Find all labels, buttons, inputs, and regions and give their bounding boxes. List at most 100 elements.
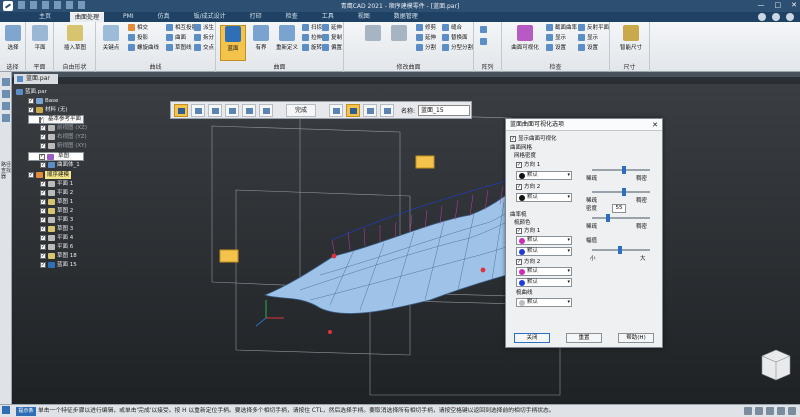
tree-node-ordered[interactable]: 顺序建模	[28, 171, 72, 179]
visibility-checkbox[interactable]	[39, 116, 45, 123]
dialog-close-icon[interactable]: ✕	[652, 119, 658, 131]
guide-step-button[interactable]	[208, 103, 222, 117]
cancel-step-button[interactable]	[380, 103, 395, 117]
tree-node-surface-body[interactable]: 曲面体_1	[40, 161, 80, 169]
density-input[interactable]: 55	[612, 204, 626, 213]
tree-node-plane3[interactable]: 平面 3	[40, 216, 73, 224]
tangency-step-button[interactable]	[242, 103, 256, 117]
slider-knob[interactable]	[606, 214, 610, 222]
visibility-checkbox[interactable]	[40, 252, 46, 260]
dropdown-arrow-icon: ▾	[567, 299, 570, 305]
tree-node-right-plane[interactable]: 右视图 (YZ)	[40, 133, 87, 141]
visibility-checkbox[interactable]	[40, 180, 46, 188]
select-step-button[interactable]	[174, 103, 188, 117]
visibility-checkbox[interactable]	[40, 216, 46, 224]
mesh-dir1-color-select[interactable]: 默认 ▾	[516, 171, 572, 180]
cross-section-step-button[interactable]	[191, 103, 205, 117]
plane-small-icon	[48, 217, 55, 223]
visibility-checkbox[interactable]	[40, 124, 46, 132]
visibility-checkbox[interactable]	[40, 161, 46, 169]
bluesurf-small-icon	[48, 262, 55, 268]
comb-dir2-color2-select[interactable]: 默认 ▾	[516, 278, 572, 287]
dropdown-arrow-icon: ▾	[567, 268, 570, 274]
show-visualization-checkbox[interactable]: 显示曲面可视化	[510, 135, 557, 143]
mesh-dir1-checkbox[interactable]: 方向 1	[516, 161, 540, 169]
fit-icon[interactable]	[755, 407, 763, 415]
comb-dir1-checkbox[interactable]: 方向 1	[516, 227, 540, 235]
visibility-checkbox[interactable]	[28, 171, 34, 179]
tree-node-plane6[interactable]: 平面 6	[40, 243, 73, 251]
tree-node-sketch3[interactable]: 草图 3	[40, 225, 73, 233]
tree-node-sketches[interactable]: 草图	[28, 152, 84, 161]
tree-node-root[interactable]: 蓝面.par	[16, 88, 47, 96]
dropdown-arrow-icon: ▾	[567, 194, 570, 200]
tree-node-ref-planes[interactable]: 基本参考平面	[28, 115, 84, 124]
plane-small-icon	[48, 235, 55, 241]
dialog-title-bar: 蓝面曲面可视化选项 ✕	[506, 119, 662, 131]
visibility-checkbox[interactable]	[40, 189, 46, 197]
help-button[interactable]: 帮助(H)	[618, 333, 654, 343]
visibility-checkbox[interactable]	[40, 225, 46, 233]
visibility-checkbox[interactable]	[40, 133, 46, 141]
tree-node-plane1[interactable]: 平面 1	[40, 180, 73, 188]
comb-dir1-color1-select[interactable]: 默认 ▾	[516, 236, 572, 245]
options-icon	[333, 107, 341, 114]
pan-icon[interactable]	[766, 407, 774, 415]
large-label: 大	[640, 256, 646, 262]
density-slider[interactable]	[592, 214, 650, 222]
tree-node-plane4[interactable]: 平面 4	[40, 234, 73, 242]
handle-marker-top[interactable]	[415, 155, 435, 169]
visualize-icon	[350, 107, 358, 114]
visibility-checkbox[interactable]	[40, 142, 46, 150]
tree-node-bluesurf15[interactable]: 蓝面 15	[40, 261, 77, 269]
rotate-icon[interactable]	[777, 407, 785, 415]
comb-dir2-color1-select[interactable]: 默认 ▾	[516, 267, 572, 276]
mesh-dir2-slider[interactable]	[592, 188, 650, 196]
tree-node-base[interactable]: Base	[28, 97, 58, 105]
reset-button[interactable]: 重置	[566, 333, 602, 343]
visibility-checkbox[interactable]	[40, 198, 46, 206]
color-swatch	[519, 195, 525, 201]
options-button[interactable]	[329, 103, 344, 117]
visibility-checkbox[interactable]	[40, 243, 46, 251]
visualize-button[interactable]	[346, 103, 361, 117]
prompt-message: 单击一个特征步骤以进行编辑，或单击'完成'以接受。按 H 以重新定位手柄。要选择…	[38, 408, 555, 414]
feature-name-input[interactable]: 蓝面_15	[418, 104, 471, 116]
comb-dir1-color2-select[interactable]: 默认 ▾	[516, 247, 572, 256]
visibility-checkbox[interactable]	[40, 234, 46, 242]
visibility-checkbox[interactable]	[39, 153, 45, 160]
comb-dir2-checkbox[interactable]: 方向 2	[516, 258, 540, 266]
close-dialog-button[interactable]: 关闭	[514, 333, 550, 343]
visibility-checkbox[interactable]	[28, 106, 34, 114]
slider-knob[interactable]	[618, 246, 622, 254]
visibility-checkbox[interactable]	[40, 207, 46, 215]
mesh-dir2-checkbox[interactable]: 方向 2	[516, 183, 540, 191]
mesh-dir1-slider[interactable]	[592, 166, 650, 174]
mesh-dir2-color-select[interactable]: 默认 ▾	[516, 193, 572, 202]
tree-node-material[interactable]: 材料 (无)	[28, 106, 68, 114]
density-label: 密度	[586, 206, 598, 212]
slider-knob[interactable]	[622, 188, 626, 196]
view-icon[interactable]	[788, 407, 796, 415]
extent-step-button[interactable]	[259, 103, 273, 117]
model-canvas[interactable]	[0, 0, 800, 417]
finish-button[interactable]: 完成	[286, 103, 317, 117]
visibility-checkbox[interactable]	[40, 261, 46, 269]
vertex-step-button[interactable]	[225, 103, 239, 117]
tree-node-plane2[interactable]: 平面 2	[40, 189, 73, 197]
color-swatch	[519, 300, 525, 306]
visibility-checkbox[interactable]	[28, 97, 34, 105]
tree-node-top-plane[interactable]: 俯视图 (XY)	[40, 142, 87, 150]
view-cube-icon[interactable]	[761, 349, 791, 381]
comb-curve-color-select[interactable]: 默认 ▾	[516, 298, 572, 307]
tree-node-sketch2[interactable]: 草图 2	[40, 207, 73, 215]
handle-marker-left[interactable]	[219, 249, 239, 263]
tree-node-sketch1[interactable]: 草图 1	[40, 198, 73, 206]
zoom-icon[interactable]	[744, 407, 752, 415]
tree-node-front-plane[interactable]: 前视图 (XZ)	[40, 124, 87, 132]
slider-knob[interactable]	[622, 166, 626, 174]
color-swatch	[519, 173, 525, 179]
tree-node-sketch18[interactable]: 草图 18	[40, 252, 77, 260]
magnitude-slider[interactable]	[592, 246, 650, 254]
preview-button[interactable]	[363, 103, 378, 117]
